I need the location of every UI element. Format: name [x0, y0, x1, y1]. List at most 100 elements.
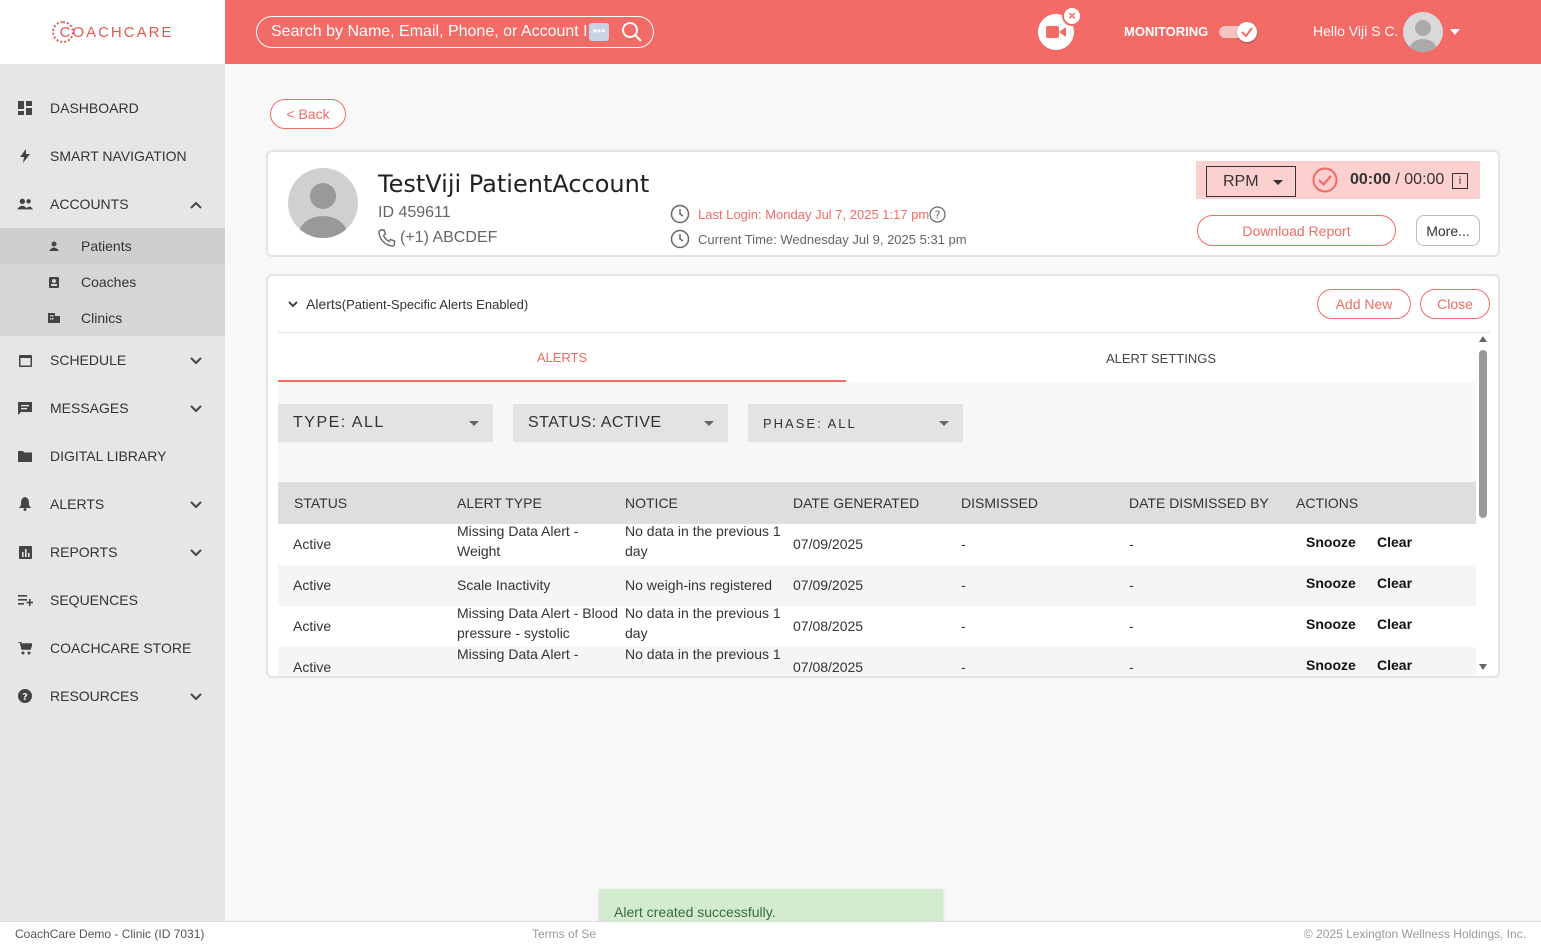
phase-filter-value: PHASE: ALL — [763, 415, 857, 431]
snooze-button[interactable]: Snooze — [1306, 616, 1356, 632]
chart-icon — [17, 544, 33, 560]
add-new-button[interactable]: Add New — [1317, 289, 1411, 319]
sidebar-item-accounts[interactable]: ACCOUNTS — [0, 180, 225, 228]
cell-notice: No data in the previous 1 day — [625, 523, 781, 559]
table-header: STATUS ALERT TYPE NOTICE DATE GENERATED … — [278, 482, 1476, 524]
playlist-icon — [17, 592, 33, 608]
sidebar: DASHBOARD SMART NAVIGATION ACCOUNTS Pati… — [0, 64, 225, 921]
cell-dismissed-by: - — [1129, 618, 1134, 634]
snooze-button[interactable]: Snooze — [1306, 575, 1356, 591]
user-greeting: Hello Viji S C. — [1313, 23, 1399, 39]
status-filter-value: STATUS: ACTIVE — [528, 414, 662, 431]
calendar-icon — [17, 352, 33, 368]
footer-links[interactable]: Terms of Se — [532, 927, 596, 941]
sidebar-subitem-coaches[interactable]: Coaches — [0, 264, 225, 300]
chevron-down-icon[interactable] — [1450, 29, 1460, 35]
sidebar-item-schedule[interactable]: SCHEDULE — [0, 336, 225, 384]
rpm-timer: 00:00 / 00:00 — [1350, 171, 1444, 189]
help-circle-icon[interactable]: ? — [929, 205, 946, 223]
cell-alert-type: Missing Data Alert - Blood pressure - sys… — [457, 605, 619, 641]
copyright-icon: © — [1303, 927, 1313, 941]
sidebar-subitem-label: Clinics — [81, 310, 123, 326]
tab-alert-settings[interactable]: ALERT SETTINGS — [846, 334, 1476, 382]
more-button[interactable]: More... — [1416, 215, 1480, 246]
column-header[interactable]: DATE DISMISSED BY — [1129, 495, 1269, 511]
table-row: Active Missing Data Alert - Blood pressur… — [278, 605, 1476, 647]
badge-icon — [47, 275, 61, 289]
sidebar-item-smart-navigation[interactable]: SMART NAVIGATION — [0, 132, 225, 180]
footer: CoachCare Demo - Clinic (ID 7031) Terms … — [0, 921, 1541, 945]
column-header[interactable]: ALERT TYPE — [457, 495, 542, 511]
svg-text:?: ? — [935, 208, 941, 221]
tab-alerts[interactable]: ALERTS — [278, 334, 846, 382]
help-icon: ? — [17, 688, 33, 704]
type-filter-select[interactable]: TYPE: ALL — [278, 404, 493, 442]
sidebar-subitem-patients[interactable]: Patients — [0, 228, 225, 264]
patient-avatar — [288, 168, 358, 238]
clear-button[interactable]: Clear — [1377, 534, 1412, 550]
divider — [278, 332, 1490, 333]
sidebar-item-resources[interactable]: ? RESOURCES — [0, 672, 225, 720]
sidebar-item-sequences[interactable]: SEQUENCES — [0, 576, 225, 624]
person-icon — [47, 239, 61, 253]
close-icon: × — [1062, 6, 1082, 26]
sidebar-item-label: SEQUENCES — [50, 592, 138, 608]
info-icon[interactable]: i — [1452, 173, 1468, 189]
cell-alert-type: Missing Data Alert - — [457, 646, 579, 662]
column-header[interactable]: NOTICE — [625, 495, 678, 511]
user-avatar[interactable] — [1403, 12, 1443, 52]
message-icon — [17, 400, 33, 416]
top-header: COACHCARE Search by Name, Email, Phone, … — [0, 0, 1541, 64]
cell-notice: No data in the previous 1 day — [625, 605, 781, 641]
check-circle-icon[interactable] — [1312, 167, 1338, 198]
column-header[interactable]: STATUS — [294, 495, 347, 511]
search-input[interactable]: Search by Name, Email, Phone, or Account… — [256, 16, 654, 48]
sidebar-item-dashboard[interactable]: DASHBOARD — [0, 84, 225, 132]
sidebar-item-label: REPORTS — [50, 544, 118, 560]
cell-date-generated: 07/08/2025 — [793, 659, 864, 675]
type-filter-value: TYPE: ALL — [293, 414, 385, 431]
search-icon[interactable] — [621, 21, 643, 48]
clear-button[interactable]: Clear — [1377, 616, 1412, 632]
password-manager-icon[interactable]: ••• — [589, 23, 609, 41]
cell-alert-type: Missing Data Alert - Weight — [457, 523, 579, 559]
clock-icon — [670, 229, 690, 249]
sidebar-item-alerts[interactable]: ALERTS — [0, 480, 225, 528]
sidebar-item-reports[interactable]: REPORTS — [0, 528, 225, 576]
scroll-thumb[interactable] — [1479, 350, 1487, 518]
program-select[interactable]: RPM — [1206, 166, 1296, 197]
column-header[interactable]: DISMISSED — [961, 495, 1038, 511]
snooze-button[interactable]: Snooze — [1306, 657, 1356, 673]
sidebar-item-label: COACHCARE STORE — [50, 640, 192, 656]
cell-date-generated: 07/08/2025 — [793, 618, 864, 634]
status-filter-select[interactable]: STATUS: ACTIVE — [513, 404, 728, 442]
chevron-down-icon — [288, 300, 298, 307]
patient-name: TestViji PatientAccount — [378, 170, 650, 198]
logo-area[interactable]: COACHCARE — [0, 0, 225, 64]
chevron-down-icon — [190, 352, 202, 368]
download-report-button[interactable]: Download Report — [1197, 215, 1396, 246]
scroll-up-icon[interactable] — [1479, 336, 1487, 342]
sidebar-item-label: RESOURCES — [50, 688, 139, 704]
sidebar-subitem-clinics[interactable]: Clinics — [0, 300, 225, 336]
phase-filter-select[interactable]: PHASE: ALL — [748, 404, 963, 442]
sidebar-item-messages[interactable]: MESSAGES — [0, 384, 225, 432]
back-button[interactable]: < Back — [270, 99, 346, 129]
people-icon — [17, 196, 33, 212]
scroll-down-icon[interactable] — [1479, 664, 1487, 670]
clear-button[interactable]: Clear — [1377, 575, 1412, 591]
clear-button[interactable]: Clear — [1377, 657, 1412, 673]
close-button[interactable]: Close — [1420, 289, 1490, 319]
bell-icon — [17, 496, 33, 512]
snooze-button[interactable]: Snooze — [1306, 534, 1356, 550]
monitoring-toggle[interactable] — [1219, 22, 1257, 42]
table-row: Active Scale Inactivity No weigh-ins reg… — [278, 565, 1476, 606]
table-scrollbar[interactable] — [1477, 336, 1489, 670]
last-login: Last Login: Monday Jul 7, 2025 1:17 pm ? — [670, 204, 946, 224]
column-header[interactable]: DATE GENERATED — [793, 495, 919, 511]
cell-dismissed: - — [961, 618, 966, 634]
sidebar-item-digital-library[interactable]: DIGITAL LIBRARY — [0, 432, 225, 480]
video-call-button[interactable]: × — [1038, 6, 1082, 50]
alerts-panel-header[interactable]: Alerts(Patient-Specific Alerts Enabled) — [288, 296, 528, 312]
sidebar-item-coachcare-store[interactable]: COACHCARE STORE — [0, 624, 225, 672]
